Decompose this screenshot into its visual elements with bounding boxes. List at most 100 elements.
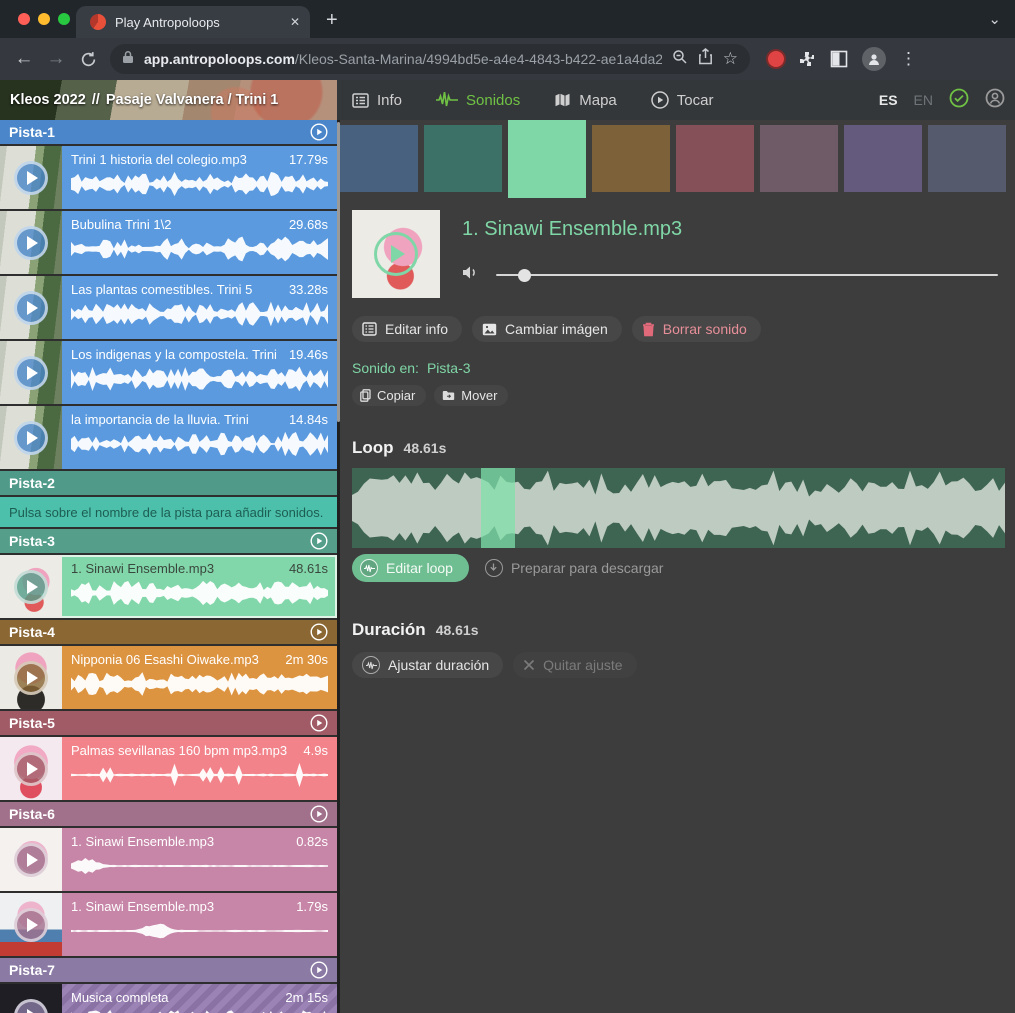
copy-button[interactable]: Copiar [352,385,426,406]
sound-play-icon[interactable] [14,843,48,877]
color-swatch-8[interactable] [928,125,1006,192]
track-play-icon[interactable] [310,123,328,141]
sound-thumbnail[interactable] [0,828,62,891]
new-tab-button[interactable]: + [326,10,338,30]
tab-search-chevron-icon[interactable]: ⌄ [988,10,1001,28]
track-header-pista-3[interactable]: Pista-3 [0,529,337,553]
zoom-icon[interactable] [672,49,688,70]
sound-item[interactable]: 1. Sinawi Ensemble.mp348.61s [0,555,337,618]
sound-item[interactable]: Trini 1 historia del colegio.mp317.79s [0,146,337,209]
thumbnail-play-icon[interactable] [374,232,418,276]
sound-thumbnail[interactable] [0,646,62,709]
sound-item[interactable]: Nipponia 06 Esashi Oiwake.mp32m 30s [0,646,337,709]
lang-es[interactable]: ES [879,92,898,108]
tab-info[interactable]: Info [352,92,402,109]
color-swatch-4[interactable] [592,125,670,192]
sound-thumbnail[interactable] [0,276,62,339]
saved-check-icon[interactable] [949,88,969,113]
volume-slider[interactable] [496,274,998,276]
lang-en[interactable]: EN [914,92,933,108]
reload-button[interactable] [72,51,104,68]
sound-thumbnail[interactable] [0,341,62,404]
track-header-pista-5[interactable]: Pista-5 [0,711,337,735]
close-window-icon[interactable] [18,13,30,25]
profile-avatar[interactable] [862,47,886,71]
edit-loop-button[interactable]: Editar loop [352,554,469,582]
sound-item[interactable]: Los indigenas y la compostela. Trini19.4… [0,341,337,404]
sound-thumbnail[interactable] [0,893,62,956]
sound-play-icon[interactable] [14,570,48,604]
sound-thumbnail[interactable] [0,211,62,274]
sound-play-icon[interactable] [14,908,48,942]
sound-thumbnail[interactable] [0,984,62,1013]
sound-in-track-link[interactable]: Pista-3 [427,360,471,376]
sound-play-icon[interactable] [14,356,48,390]
track-play-icon[interactable] [310,961,328,979]
track-header-pista-6[interactable]: Pista-6 [0,802,337,826]
color-swatch-2[interactable] [424,125,502,192]
sound-thumbnail[interactable] [0,555,62,618]
sound-item[interactable]: la importancia de la lluvia. Trini14.84s [0,406,337,469]
loop-waveform-panel[interactable] [352,468,1005,548]
forward-button[interactable]: → [40,48,72,70]
track-play-icon[interactable] [310,714,328,732]
sound-item[interactable]: Las plantas comestibles. Trini 533.28s [0,276,337,339]
tab-mapa[interactable]: Mapa [554,92,617,109]
breadcrumb-piece[interactable]: Pasaje Valvanera / Trini 1 [106,92,279,108]
loop-playhead[interactable] [481,468,515,548]
adjust-duration-button[interactable]: Ajustar duración [352,652,503,678]
account-icon[interactable] [985,88,1005,113]
tab-tocar[interactable]: Tocar [651,91,714,109]
share-icon[interactable] [698,48,713,70]
track-header-pista-7[interactable]: Pista-7 [0,958,337,982]
sound-play-icon[interactable] [14,661,48,695]
track-header-pista-1[interactable]: Pista-1 [0,120,337,144]
remove-adjust-button[interactable]: Quitar ajuste [513,652,636,678]
sound-item[interactable]: Bubulina Trini 1\229.68s [0,211,337,274]
recording-indicator-icon[interactable] [768,51,784,67]
extensions-puzzle-icon[interactable] [798,50,816,68]
back-button[interactable]: ← [8,48,40,70]
move-button[interactable]: Mover [434,385,508,406]
delete-sound-button[interactable]: Borrar sonido [632,316,761,342]
sound-play-icon[interactable] [14,291,48,325]
track-play-icon[interactable] [310,532,328,550]
color-swatch-3[interactable] [508,120,586,198]
sound-item[interactable]: Palmas sevillanas 160 bpm mp3.mp34.9s [0,737,337,800]
side-panel-icon[interactable] [830,50,848,68]
track-header-pista-4[interactable]: Pista-4 [0,620,337,644]
sound-item[interactable]: Musica completa2m 15s [0,984,337,1013]
browser-menu-kebab-icon[interactable]: ⋮ [900,49,917,69]
track-header-pista-2[interactable]: Pista-2 [0,471,337,495]
sound-play-icon[interactable] [14,421,48,455]
color-swatch-5[interactable] [676,125,754,192]
sound-thumbnail[interactable] [352,210,440,298]
maximize-window-icon[interactable] [58,13,70,25]
sound-play-icon[interactable] [14,752,48,786]
macos-traffic-lights[interactable] [18,13,70,25]
breadcrumb-map-banner[interactable]: Kleos 2022//Pasaje Valvanera / Trini 1 [0,80,337,120]
browser-tab[interactable]: Play Antropoloops ✕ [76,6,310,38]
sound-play-icon[interactable] [14,226,48,260]
volume-slider-handle[interactable] [518,269,531,282]
bookmark-star-icon[interactable]: ☆ [723,49,738,69]
sound-thumbnail[interactable] [0,146,62,209]
sound-play-icon[interactable] [14,999,48,1013]
tab-close-icon[interactable]: ✕ [290,15,300,29]
track-play-icon[interactable] [310,805,328,823]
color-swatch-7[interactable] [844,125,922,192]
sound-thumbnail[interactable] [0,406,62,469]
sound-item[interactable]: 1. Sinawi Ensemble.mp31.79s [0,893,337,956]
track-play-icon[interactable] [310,623,328,641]
color-swatch-6[interactable] [760,125,838,192]
change-image-button[interactable]: Cambiar imágen [472,316,622,342]
color-swatch-1[interactable] [340,125,418,192]
sound-item[interactable]: 1. Sinawi Ensemble.mp30.82s [0,828,337,891]
tab-sonidos[interactable]: Sonidos [436,92,520,109]
sound-thumbnail[interactable] [0,737,62,800]
breadcrumb-project[interactable]: Kleos 2022 [10,92,86,108]
prepare-download-button[interactable]: Preparar para descargar [485,559,664,577]
sound-play-icon[interactable] [14,161,48,195]
address-bar[interactable]: app.antropoloops.com/Kleos-Santa-Marina/… [110,44,750,74]
edit-info-button[interactable]: Editar info [352,316,462,342]
